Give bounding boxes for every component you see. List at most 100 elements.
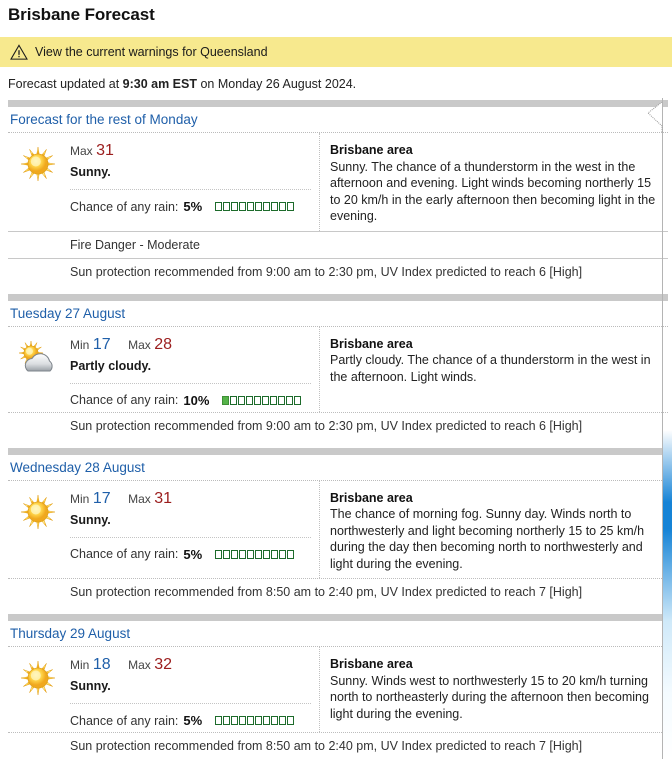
sunny-icon (20, 660, 56, 696)
forecast-description: The chance of morning fog. Sunny day. Wi… (330, 507, 645, 571)
day-heading: Tuesday 27 August (10, 305, 126, 321)
min-label: Min (70, 491, 90, 506)
rain-chance-row: Chance of any rain: 5% (70, 536, 311, 562)
warning-banner[interactable]: View the current warnings for Queensland (0, 37, 672, 67)
forecast-summary-cell: Min 17 Max 28 Partly cloudy. Chance of a… (8, 326, 320, 412)
rain-chance-box (255, 202, 263, 211)
forecast-description: Sunny. Winds west to northwesterly 15 to… (330, 673, 649, 721)
temperature-row: Max 31 (70, 142, 311, 160)
temperature-row: Min 18 Max 32 (70, 656, 311, 674)
rain-chance-value: 5% (183, 713, 203, 728)
rain-chance-box (279, 549, 287, 559)
weather-icon-cell (8, 133, 70, 227)
rain-chance-row: Chance of any rain: 10% (70, 382, 311, 408)
day-heading: Thursday 29 August (10, 626, 131, 641)
rain-chance-box (279, 202, 287, 211)
rain-chance-box (263, 202, 271, 211)
forecast-description-cell: Brisbane area Sunny. Winds west to north… (320, 647, 668, 732)
forecast-block: Min 17 Max 31 Sunny. Chance of any rain:… (0, 479, 672, 606)
panel-edge-notch-icon (647, 102, 663, 132)
precis-text: Partly cloudy. (70, 358, 152, 373)
area-name: Brisbane area (330, 143, 413, 157)
updated-prefix: Forecast updated at (8, 77, 123, 91)
temperature-cell: Min 18 Max 32 Sunny. Chance of any rain:… (70, 647, 319, 728)
rain-chance-value: 5% (183, 199, 203, 214)
sunny-icon (20, 146, 56, 182)
rain-chance-box (271, 202, 279, 211)
forecast-description: Partly cloudy. The chance of a thunderst… (330, 353, 651, 384)
rain-chance-box (231, 716, 239, 725)
rain-chance-box (263, 549, 271, 559)
forecast-block: Min 17 Max 28 Partly cloudy. Chance of a… (0, 325, 672, 439)
max-temp: 31 (154, 489, 173, 507)
uv-protection-row: Sun protection recommended from 9:00 am … (8, 257, 668, 285)
forecast-summary-cell: Min 18 Max 32 Sunny. Chance of any rain:… (8, 647, 320, 732)
weather-icon-cell (8, 647, 70, 728)
section-separator-bar (8, 293, 668, 301)
section-separator-bar (8, 100, 668, 107)
updated-suffix: on Monday 26 August 2024. (197, 77, 357, 91)
forecast-description-cell: Brisbane area Partly cloudy. The chance … (320, 327, 668, 412)
rain-chance-box (230, 395, 238, 405)
rain-chance-box (255, 716, 263, 725)
rain-chance-value: 10% (183, 392, 210, 408)
warning-link[interactable]: View the current warnings for Queensland (35, 45, 268, 59)
rain-chance-gauge (215, 716, 295, 725)
max-label: Max (128, 658, 151, 672)
vertical-scrollbar[interactable] (663, 430, 672, 759)
forecast-summary-cell: Min 17 Max 31 Sunny. Chance of any rain:… (8, 480, 320, 578)
rain-chance-box (279, 716, 287, 725)
rain-chance-box (287, 716, 295, 725)
weather-icon-cell (8, 481, 70, 575)
section-separator-bar (8, 614, 668, 621)
rain-chance-box (247, 716, 255, 725)
rain-chance-box (222, 395, 230, 405)
fire-danger-row: Fire Danger - Moderate (8, 230, 668, 258)
rain-chance-label: Chance of any rain: (70, 393, 179, 407)
max-temp: 31 (96, 142, 114, 159)
temperature-cell: Max 31 Sunny. Chance of any rain: 5% (70, 133, 319, 227)
rain-chance-box (286, 395, 294, 405)
rain-chance-box (231, 549, 239, 559)
rain-chance-box (262, 395, 270, 405)
min-temp: 17 (92, 489, 111, 507)
rain-chance-box (231, 202, 239, 211)
rain-chance-box (271, 549, 279, 559)
temperature-cell: Min 17 Max 28 Partly cloudy. Chance of a… (70, 327, 319, 408)
rain-chance-gauge (215, 202, 295, 211)
min-label: Min (70, 658, 90, 672)
uv-protection-row: Sun protection recommended from 8:50 am … (8, 732, 668, 759)
forecast-description-cell: Brisbane area The chance of morning fog.… (320, 481, 668, 579)
rain-chance-box (215, 549, 223, 559)
rain-chance-box (238, 395, 246, 405)
min-label: Min (70, 337, 90, 352)
precis-text: Sunny. (70, 165, 111, 179)
rain-chance-box (247, 202, 255, 211)
area-name: Brisbane area (330, 336, 413, 351)
forecast-block: Min 18 Max 32 Sunny. Chance of any rain:… (0, 646, 672, 759)
forecast-days-container: Forecast for the rest of Monday Max 31 S… (0, 100, 672, 759)
max-label: Max (128, 337, 151, 352)
rain-chance-box (294, 395, 302, 405)
temperature-row: Min 17 Max 31 (70, 490, 311, 508)
rain-chance-box (270, 395, 278, 405)
rain-chance-box (278, 395, 286, 405)
rain-chance-box (271, 716, 279, 725)
rain-chance-box (223, 716, 231, 725)
rain-chance-box (215, 202, 223, 211)
rain-chance-value: 5% (183, 546, 203, 562)
rain-chance-box (287, 202, 295, 211)
rain-chance-box (254, 395, 262, 405)
rain-chance-box (215, 716, 223, 725)
rain-chance-box (239, 716, 247, 725)
forecast-description-cell: Brisbane area Sunny. The chance of a thu… (320, 133, 668, 231)
min-temp: 17 (92, 335, 111, 353)
sunny-icon (20, 494, 56, 529)
rain-chance-label: Chance of any rain: (70, 199, 179, 214)
max-label: Max (128, 491, 151, 506)
forecast-summary-cell: Max 31 Sunny. Chance of any rain: 5% (8, 133, 320, 231)
forecast-updated-line: Forecast updated at 9:30 am EST on Monda… (0, 67, 672, 91)
precis-text: Sunny. (70, 679, 111, 693)
max-temp: 28 (154, 335, 173, 353)
max-label: Max (70, 144, 93, 158)
